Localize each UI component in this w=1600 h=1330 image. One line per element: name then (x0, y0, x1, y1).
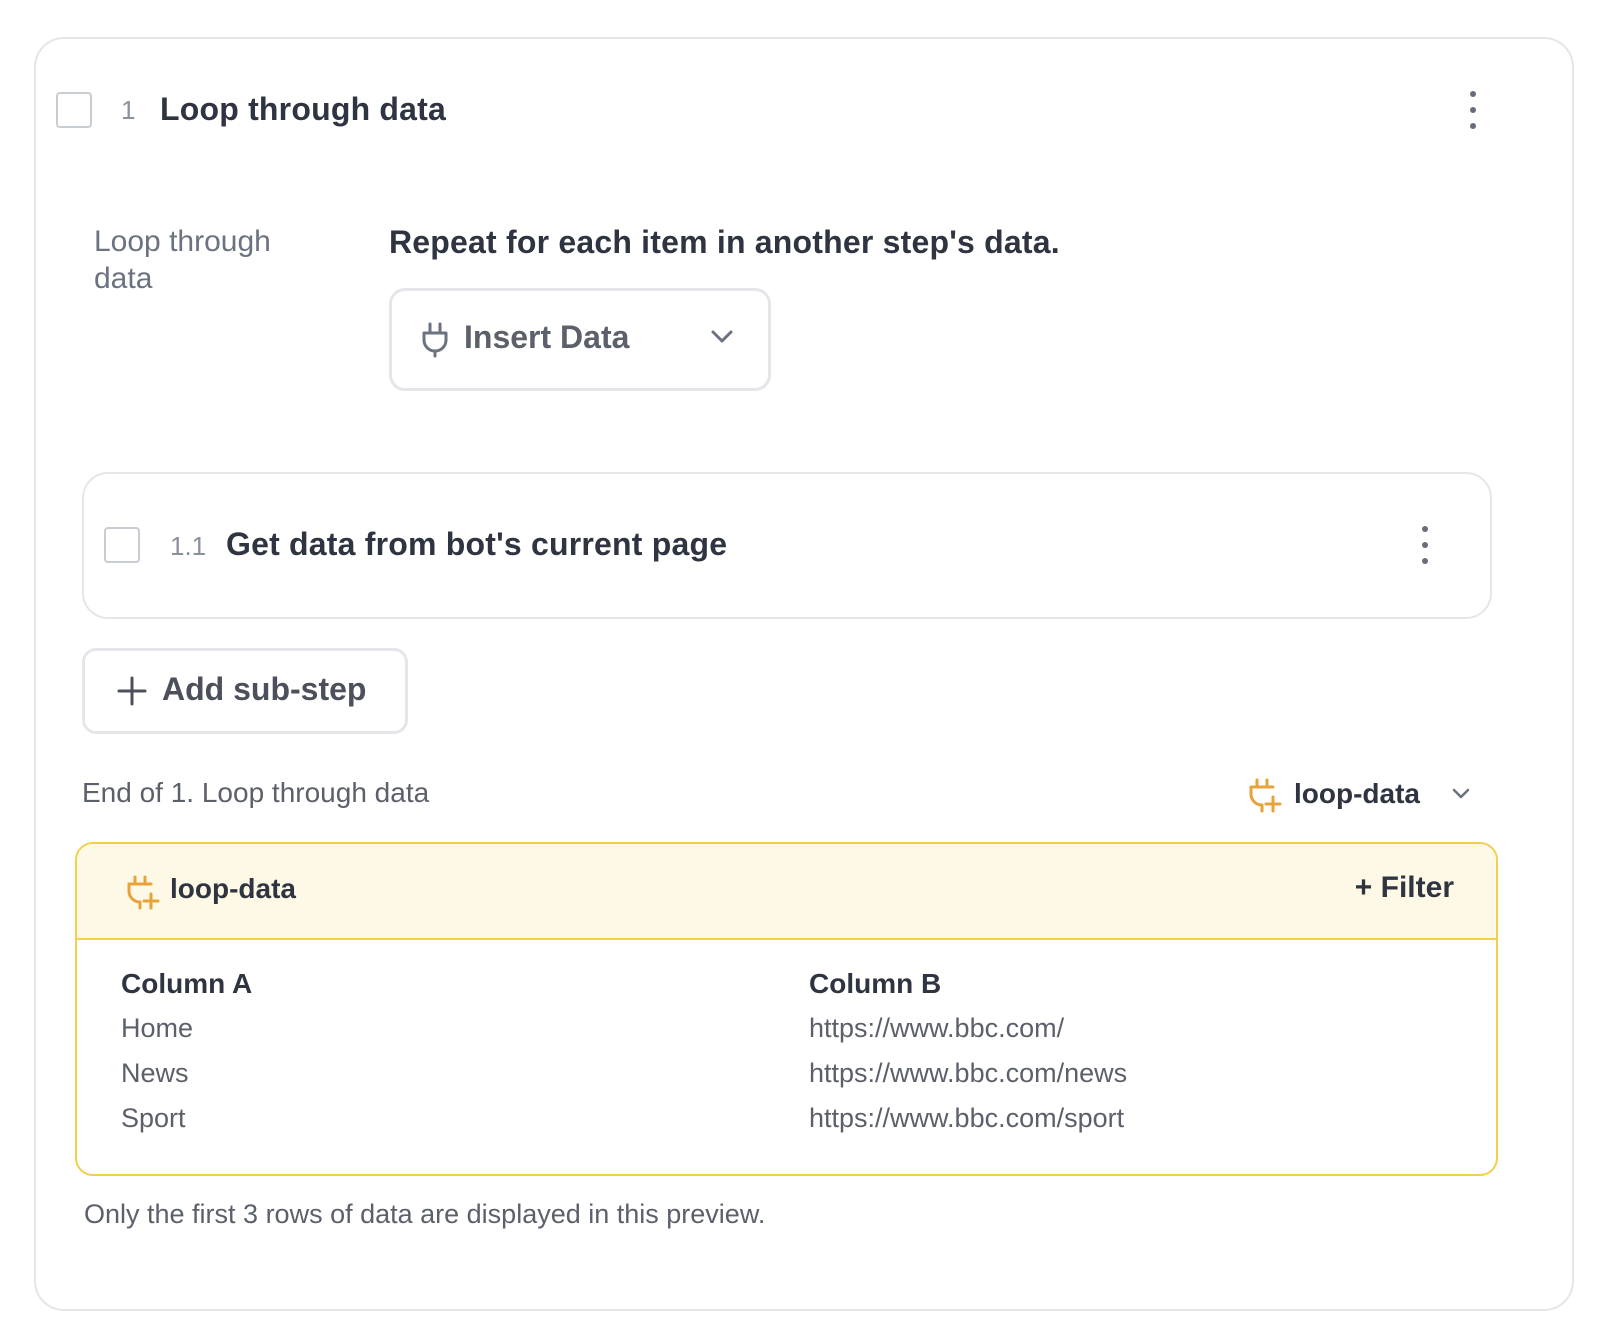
substep-select-checkbox[interactable] (104, 527, 140, 563)
add-filter-button[interactable]: + Filter (1355, 871, 1454, 905)
table-cell: Sport (121, 1103, 186, 1133)
plug-plus-icon (1249, 778, 1283, 819)
data-preview-header: loop-data + Filter (77, 844, 1496, 940)
loop-step-card: 1 Loop through data Loop through data Re… (34, 37, 1574, 1311)
table-cell: Home (121, 1013, 194, 1043)
preview-footnote: Only the first 3 rows of data are displa… (84, 1199, 766, 1229)
step-description: Repeat for each item in another step's d… (389, 224, 1060, 260)
insert-data-dropdown[interactable]: Insert Data (389, 288, 771, 391)
add-substep-button[interactable]: Add sub-step (82, 648, 408, 734)
step-title: Loop through data (160, 91, 447, 127)
insert-data-label: Insert Data (464, 319, 630, 355)
column-header: Column B (809, 968, 942, 999)
add-substep-label: Add sub-step (162, 671, 367, 707)
step-select-checkbox[interactable] (56, 92, 92, 128)
table-column: Column A Home News Sport (121, 968, 252, 1148)
substep-title: Get data from bot's current page (226, 526, 728, 562)
table-cell: https://www.bbc.com/news (809, 1058, 1128, 1088)
plus-icon (117, 676, 147, 711)
step-menu-button[interactable] (1458, 87, 1488, 133)
substep-number: 1.1 (170, 531, 207, 561)
chevron-down-icon (1452, 787, 1470, 805)
table-column: Column B https://www.bbc.com/ https://ww… (809, 968, 1127, 1148)
table-cell: https://www.bbc.com/sport (809, 1103, 1125, 1133)
data-preview-name: loop-data (170, 873, 296, 904)
step-type-label: Loop through data (94, 225, 271, 295)
step-number: 1 (121, 95, 136, 125)
loop-data-dropdown[interactable]: loop-data (1249, 776, 1479, 820)
more-icon (1470, 91, 1476, 97)
plug-icon (420, 322, 450, 363)
loop-end-label: End of 1. Loop through data (82, 777, 430, 808)
substep-card: 1.1 Get data from bot's current page (82, 472, 1492, 619)
data-preview-panel: loop-data + Filter Column A Home News Sp… (75, 842, 1498, 1176)
substep-menu-button[interactable] (1410, 522, 1440, 568)
table-cell: https://www.bbc.com/ (809, 1013, 1065, 1043)
plug-plus-icon (127, 875, 161, 916)
chevron-down-icon (710, 329, 734, 350)
table-cell: News (121, 1058, 189, 1088)
loop-data-label: loop-data (1294, 778, 1420, 809)
column-header: Column A (121, 968, 253, 999)
more-icon (1422, 526, 1428, 532)
